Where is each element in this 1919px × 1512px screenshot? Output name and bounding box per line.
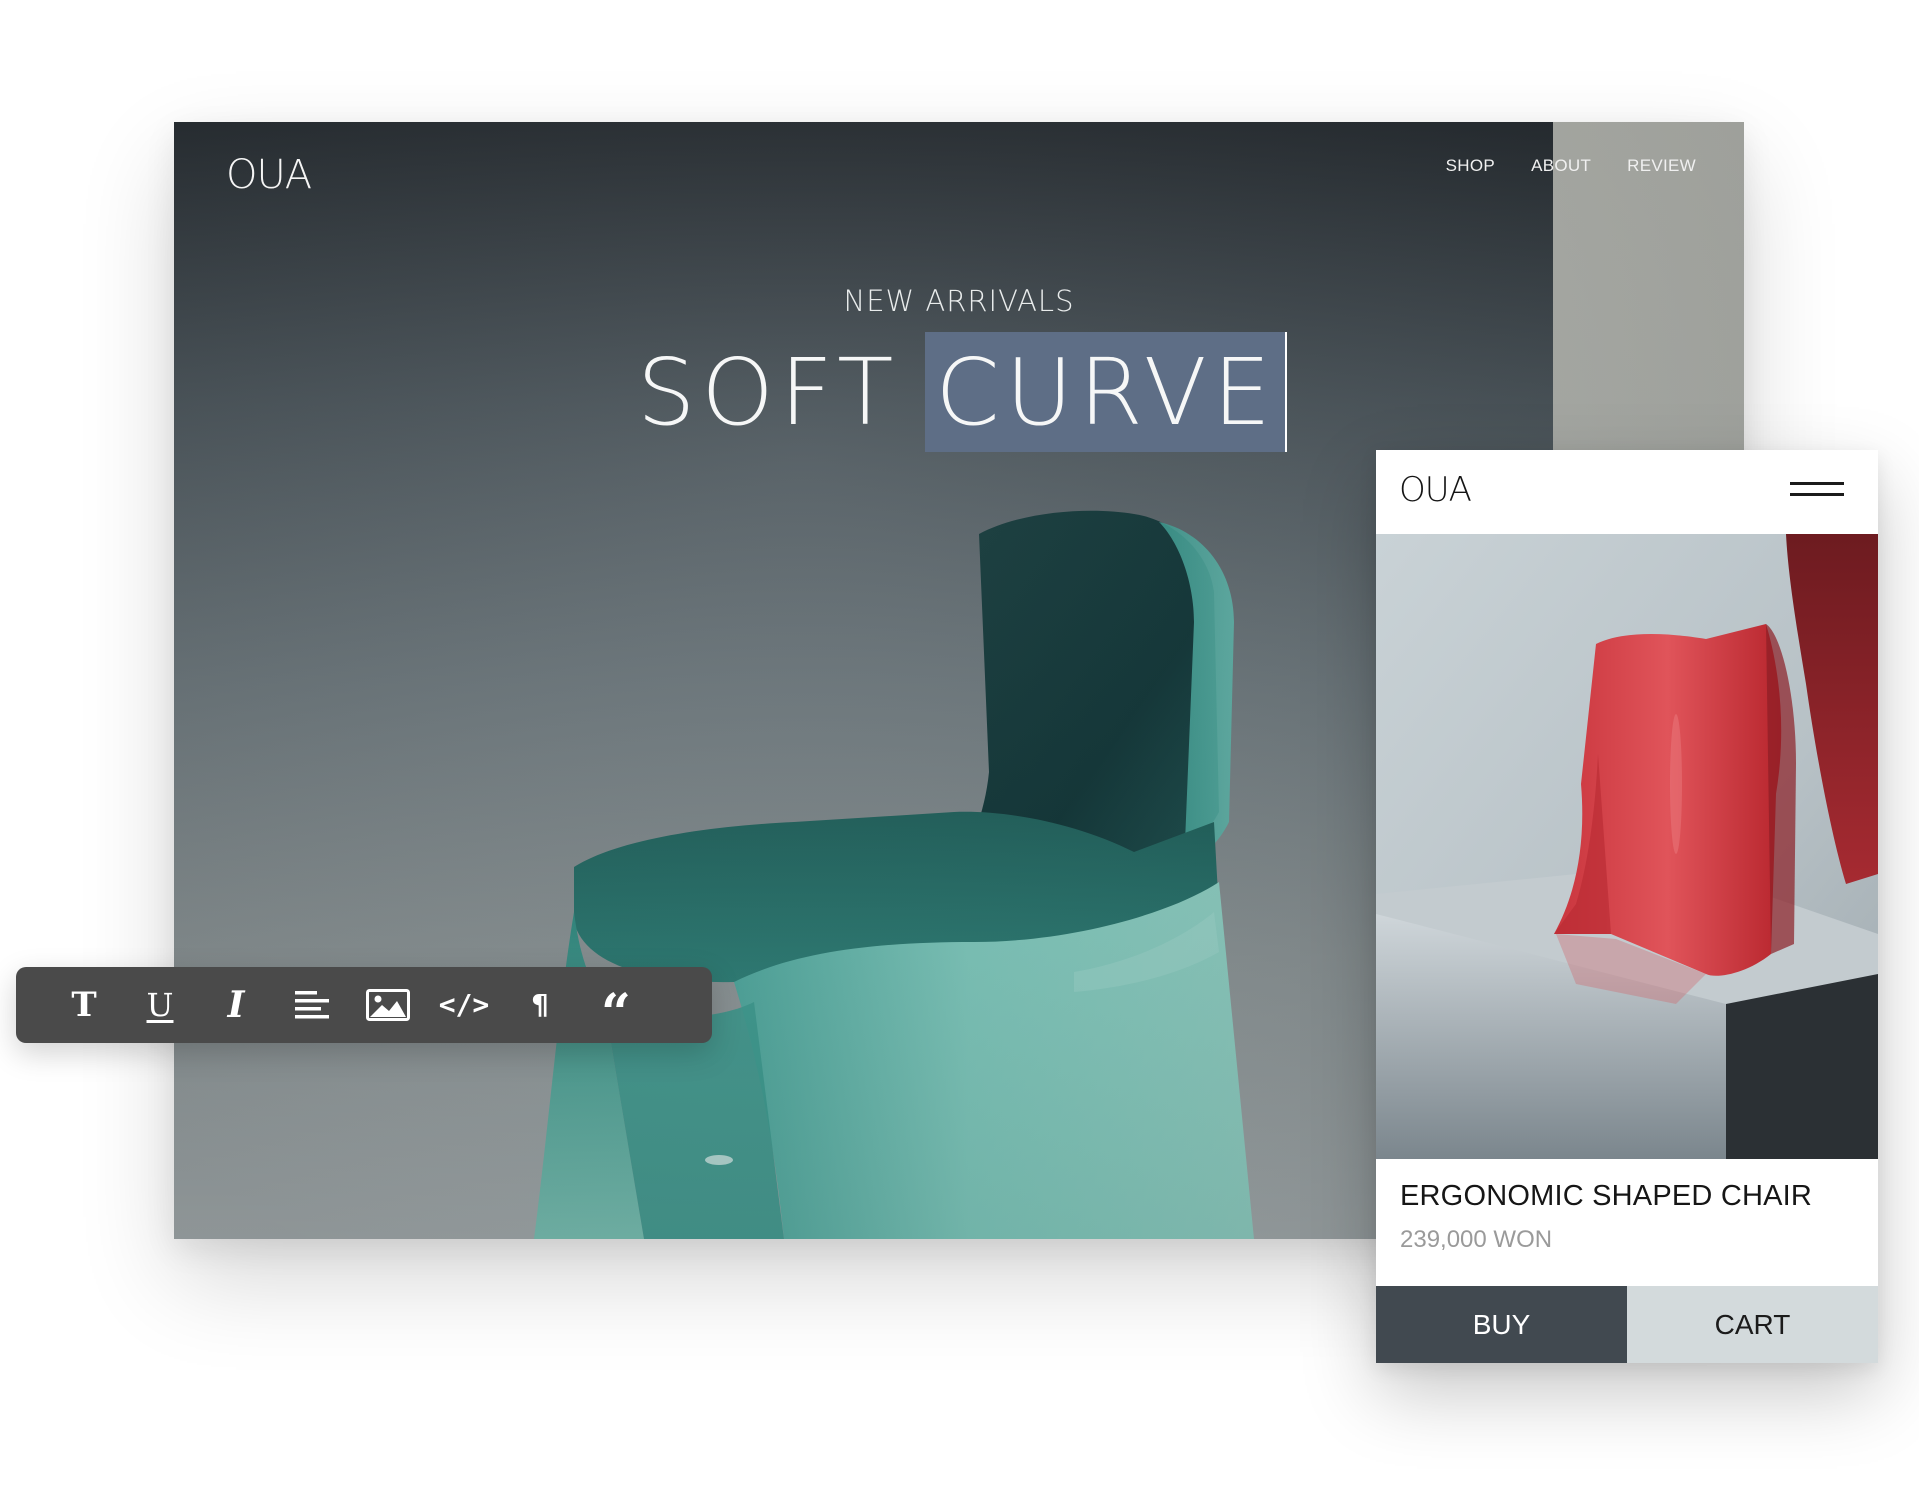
buy-button[interactable]: BUY — [1376, 1286, 1627, 1363]
editor-toolbar: T U I </> ¶ “ — [16, 967, 712, 1043]
align-left-button[interactable] — [274, 975, 350, 1035]
code-button[interactable]: </> — [426, 975, 502, 1035]
quote-icon: “ — [601, 983, 631, 1044]
quote-button[interactable]: “ — [578, 975, 654, 1040]
mobile-brand-logo[interactable]: OUA — [1399, 470, 1472, 510]
hamburger-menu-icon[interactable] — [1790, 482, 1844, 500]
align-left-icon — [295, 991, 329, 1019]
product-price: 239,000 WON — [1400, 1226, 1553, 1253]
mobile-header: OUA — [1376, 450, 1878, 534]
hero-headline[interactable]: SOFT CURVE — [637, 328, 1287, 456]
italic-button[interactable]: I — [198, 975, 274, 1035]
product-title: ERGONOMIC SHAPED CHAIR — [1400, 1180, 1813, 1212]
top-nav: SHOP ABOUT REVIEW — [1446, 156, 1696, 176]
nav-review-link[interactable]: REVIEW — [1627, 156, 1696, 176]
text-format-icon: T — [71, 985, 97, 1025]
mobile-action-bar: BUY CART — [1376, 1286, 1878, 1363]
eyebrow-text[interactable]: NEW ARRIVALS — [174, 284, 1744, 318]
underline-button[interactable]: U — [122, 975, 198, 1035]
text-format-button[interactable]: T — [46, 975, 122, 1035]
italic-icon: I — [227, 984, 245, 1026]
underline-icon: U — [146, 986, 174, 1024]
code-icon: </> — [438, 988, 490, 1021]
paragraph-button[interactable]: ¶ — [502, 975, 578, 1035]
cart-button[interactable]: CART — [1627, 1286, 1878, 1363]
brand-logo[interactable]: OUA — [226, 152, 312, 198]
nav-about-link[interactable]: ABOUT — [1531, 156, 1591, 176]
headline-plain-text[interactable]: SOFT — [637, 339, 925, 446]
paragraph-icon: ¶ — [531, 988, 549, 1021]
red-chair-image — [1376, 534, 1878, 1159]
image-icon — [366, 989, 410, 1021]
insert-image-button[interactable] — [350, 975, 426, 1035]
nav-shop-link[interactable]: SHOP — [1446, 156, 1495, 176]
headline-selected-text[interactable]: CURVE — [925, 332, 1287, 452]
mobile-preview: OUA ERGONOMIC SHAPED CHAIR 239,000 WON B… — [1376, 450, 1878, 1363]
